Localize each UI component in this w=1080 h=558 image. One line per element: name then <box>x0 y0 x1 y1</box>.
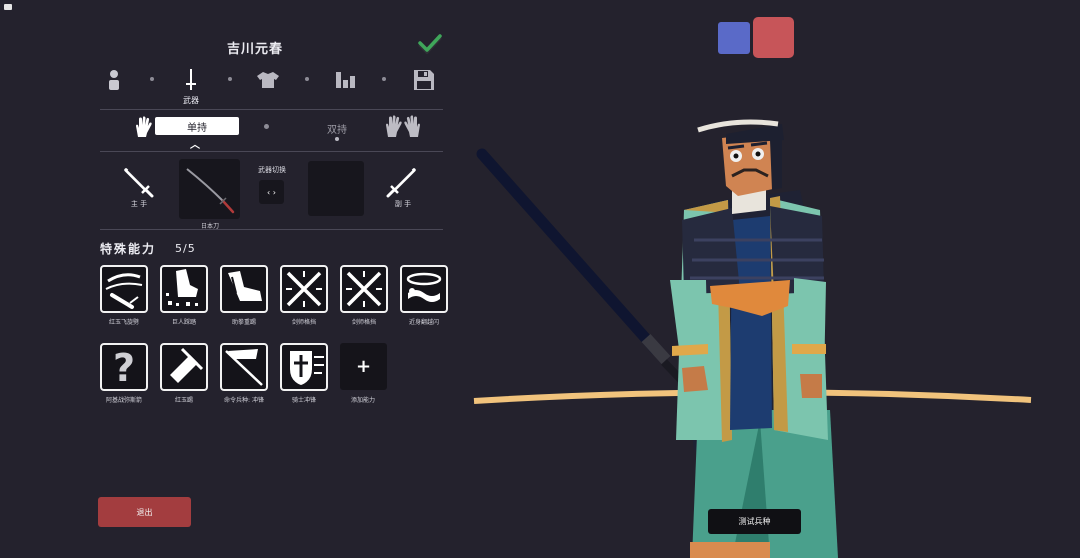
weapon-switch-label: 武器切换 <box>258 166 286 174</box>
add-ability-button[interactable]: + <box>340 343 387 390</box>
parry-icon <box>286 271 322 307</box>
unit-preview[interactable] <box>470 110 1040 558</box>
tab-stats[interactable] <box>332 66 360 94</box>
main-hand-label: 主 手 <box>130 200 148 208</box>
ability-label: 阿基战弥斯箭 <box>105 397 142 404</box>
exit-button[interactable]: 退出 <box>98 497 191 527</box>
divider <box>100 229 443 230</box>
one-hand-icon[interactable] <box>133 116 153 138</box>
spin-slash-icon <box>105 273 143 309</box>
ability-spin-slash[interactable] <box>100 265 148 313</box>
checkmark-icon[interactable] <box>418 34 442 55</box>
ability-label: 骑士冲锋 <box>291 397 316 404</box>
ability-label: 红玉飞旋劈 <box>108 319 139 326</box>
off-hand-weapon-slot[interactable] <box>308 161 364 216</box>
team-red-swatch[interactable] <box>753 17 794 58</box>
dodge-icon <box>406 272 442 302</box>
svg-text:?: ? <box>113 346 135 389</box>
divider <box>100 109 443 110</box>
add-ability-label: 添加能力 <box>350 397 375 404</box>
stats-icon <box>336 72 355 88</box>
tab-person[interactable] <box>100 66 128 94</box>
parry-icon <box>346 271 382 307</box>
window-menu-icon[interactable] <box>4 4 12 10</box>
ability-label: 剑师格挡 <box>351 319 376 326</box>
tab-separator-dot <box>228 77 232 81</box>
abilities-count: 5/5 <box>175 242 196 255</box>
main-weapon-slot[interactable] <box>179 159 240 219</box>
two-hands-icon[interactable] <box>384 114 422 138</box>
gem-kick-icon <box>170 347 204 383</box>
ability-giant-stomp[interactable] <box>160 265 208 313</box>
grip-two-hand-dot <box>335 137 339 141</box>
tab-separator-dot <box>382 77 386 81</box>
knight-charge-icon <box>290 351 324 385</box>
ability-label: 红玉踢 <box>174 397 193 404</box>
off-hand-sword-icon[interactable] <box>386 166 418 198</box>
team-blue-swatch[interactable] <box>718 22 750 54</box>
kick-icon <box>228 271 262 301</box>
ability-label: 剑师格挡 <box>291 319 316 326</box>
tab-save[interactable] <box>410 66 438 94</box>
divider <box>100 151 443 152</box>
grip-separator-dot <box>264 124 269 129</box>
ability-artemis-arrow[interactable]: ? <box>100 343 148 391</box>
ability-label: 助拳重踢 <box>231 319 256 326</box>
grip-one-hand-button[interactable]: 单持 <box>155 117 239 135</box>
weapon-switch-button[interactable]: ‹ › <box>259 180 284 204</box>
save-icon <box>414 70 434 90</box>
tab-weapon-label: 武器 <box>183 96 199 105</box>
unit-name-title[interactable]: 吉川元春 <box>200 38 310 57</box>
ability-assist-kick[interactable] <box>220 265 268 313</box>
flag-icon <box>225 349 263 386</box>
person-icon <box>109 70 119 90</box>
tab-separator-dot <box>305 77 309 81</box>
main-hand-sword-icon[interactable] <box>122 166 154 198</box>
tab-clothing[interactable] <box>254 66 282 94</box>
ability-command-charge[interactable] <box>220 343 268 391</box>
chevron-up-icon: ︿ <box>190 140 200 151</box>
tab-separator-dot <box>150 77 154 81</box>
ability-label: 命令兵种: 冲锋 <box>224 397 264 404</box>
sword-icon <box>186 69 196 90</box>
ability-label: 近身翻越闪 <box>408 319 439 326</box>
ability-knight-charge[interactable] <box>280 343 328 391</box>
ability-sword-parry[interactable] <box>340 265 388 313</box>
katana-icon <box>186 168 235 214</box>
ability-gem-kick[interactable] <box>160 343 208 391</box>
ability-sword-parry[interactable] <box>280 265 328 313</box>
stomp-icon <box>166 269 198 306</box>
shirt-icon <box>257 72 279 88</box>
off-hand-label: 副 手 <box>394 200 412 208</box>
question-icon: ? <box>113 346 135 389</box>
samurai-model <box>476 119 838 558</box>
test-unit-button[interactable]: 测试兵种 <box>708 509 801 534</box>
ability-close-dodge[interactable] <box>400 265 448 313</box>
grip-two-hand-button[interactable]: 双持 <box>318 121 356 136</box>
tab-weapon[interactable] <box>177 66 205 94</box>
abilities-title: 特殊能力 <box>100 242 157 256</box>
ability-label: 巨人踩踏 <box>171 319 196 326</box>
